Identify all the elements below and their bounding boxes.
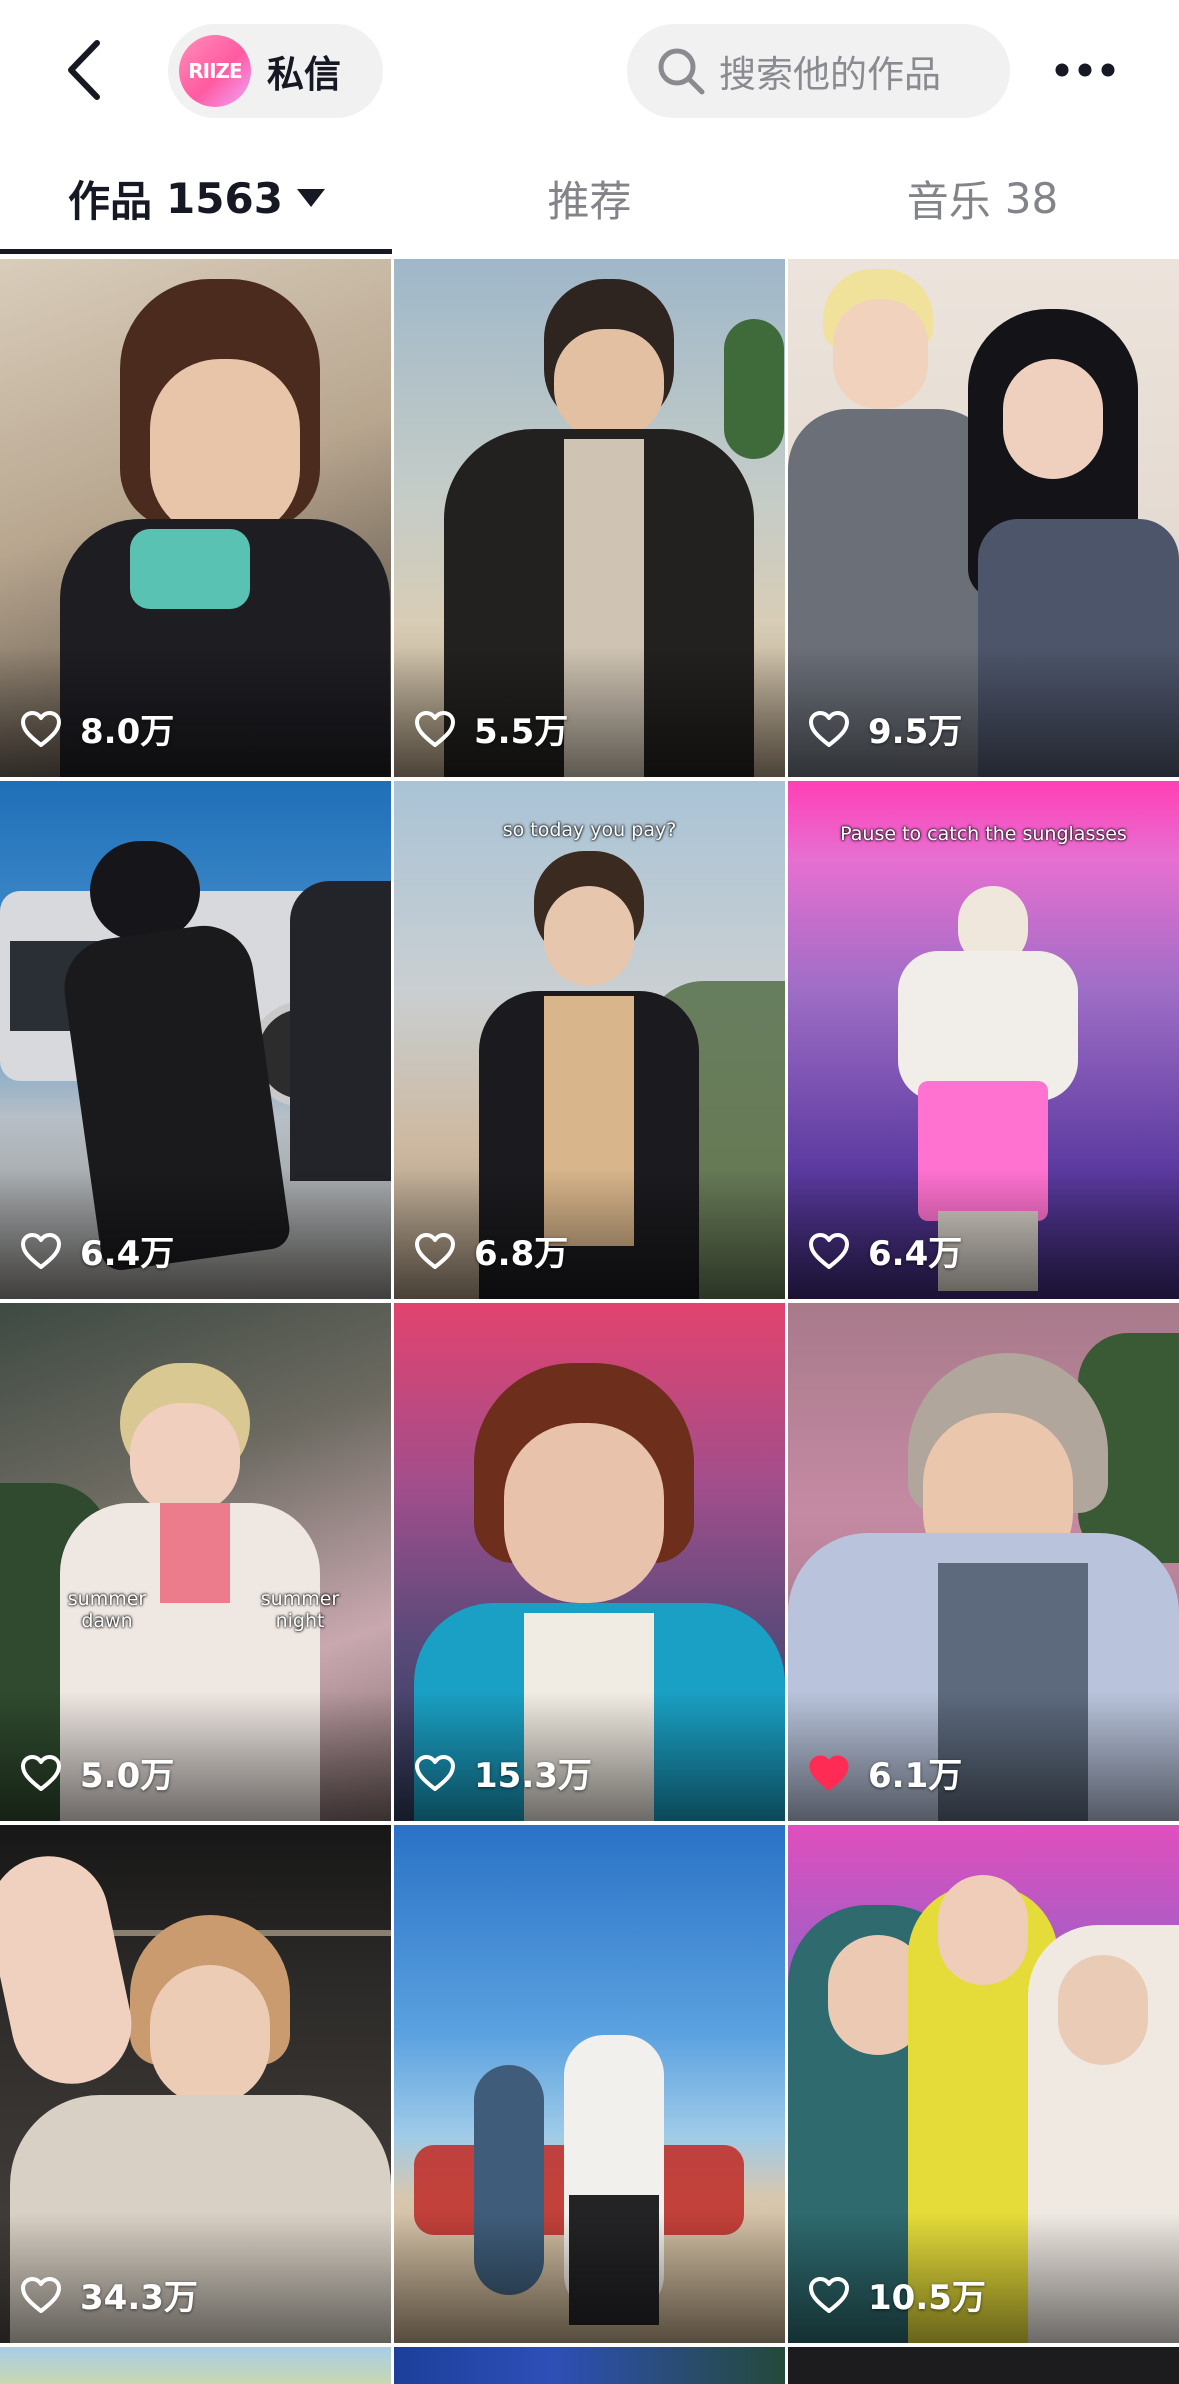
video-thumbnail[interactable]	[0, 2347, 391, 2384]
video-thumbnail[interactable]: 6.1万	[788, 1303, 1179, 1821]
video-caption-overlay: so today you pay?	[502, 819, 677, 841]
heart-icon	[415, 710, 455, 747]
like-counter: 5.0万	[20, 1748, 174, 1797]
direct-message-label: 私信	[267, 53, 341, 96]
search-placeholder: 搜索他的作品	[719, 53, 941, 96]
like-counter: 6.4万	[808, 1226, 962, 1275]
heart-icon	[415, 1232, 455, 1269]
like-count: 10.5万	[868, 2278, 986, 2318]
like-counter: 10.5万	[808, 2270, 986, 2319]
video-thumbnail[interactable]: 9.5万	[788, 259, 1179, 777]
riize-logo: RIIZE	[179, 35, 251, 107]
like-count: 5.5万	[474, 712, 569, 752]
like-counter: 15.3万	[414, 1748, 592, 1797]
like-counter: 34.3万	[20, 2270, 198, 2319]
search-input[interactable]: 搜索他的作品	[627, 24, 1010, 118]
tab-music-label: 音乐	[906, 176, 991, 226]
video-side-caption-right: summer night	[260, 1588, 340, 1632]
like-count: 5.0万	[80, 1756, 175, 1796]
video-thumbnail[interactable]: Pause to catch the sunglasses 6.4万	[788, 781, 1179, 1299]
video-thumbnail[interactable]	[394, 1825, 785, 2343]
like-count: 6.8万	[474, 1234, 569, 1274]
heart-icon	[21, 2276, 61, 2313]
video-thumbnail[interactable]: 5.5万	[394, 259, 785, 777]
tab-recommended-label: 推荐	[547, 176, 632, 226]
profile-tabs: 作品 1563 推荐 音乐 38	[0, 142, 1179, 256]
video-thumbnail[interactable]: 34.3万	[0, 1825, 391, 2343]
heart-icon	[21, 710, 61, 747]
ellipsis-icon	[1055, 63, 1115, 77]
tab-works-label: 作品	[68, 176, 153, 226]
like-count: 6.1万	[868, 1756, 963, 1796]
video-caption-overlay: Pause to catch the sunglasses	[840, 823, 1127, 845]
like-count: 6.4万	[80, 1234, 175, 1274]
like-count: 9.5万	[868, 712, 963, 752]
tab-works[interactable]: 作品 1563	[0, 142, 393, 254]
video-thumbnail[interactable]: 15.3万	[394, 1303, 785, 1821]
video-grid: 8.0万 5.5万 9.5万 6.4万 so today you pay? 6.…	[0, 256, 1179, 2384]
like-count: 34.3万	[80, 2278, 198, 2318]
video-thumbnail[interactable]	[394, 2347, 785, 2384]
like-count: 15.3万	[474, 1756, 592, 1796]
tab-recommended[interactable]: 推荐	[393, 142, 786, 254]
like-counter: 8.0万	[20, 704, 174, 753]
tab-music[interactable]: 音乐 38	[786, 142, 1179, 254]
heart-icon	[21, 1232, 61, 1269]
more-options-button[interactable]	[1050, 40, 1120, 100]
like-counter: 6.1万	[808, 1748, 962, 1797]
like-counter: 6.4万	[20, 1226, 174, 1275]
video-thumbnail[interactable]: 10.5万	[788, 1825, 1179, 2343]
active-tab-indicator	[0, 249, 392, 254]
video-thumbnail[interactable]: summer dawn summer night 5.0万	[0, 1303, 391, 1821]
heart-icon	[809, 1232, 849, 1269]
heart-icon	[415, 1754, 455, 1791]
back-button[interactable]	[48, 30, 118, 110]
heart-icon	[21, 1754, 61, 1791]
direct-message-button[interactable]: RIIZE 私信	[168, 24, 383, 118]
heart-filled-icon	[809, 1755, 849, 1790]
like-count: 8.0万	[80, 712, 175, 752]
tab-works-count: 1563	[166, 173, 283, 223]
search-icon	[653, 43, 709, 99]
chevron-left-icon	[68, 40, 100, 100]
tab-music-count: 38	[1004, 173, 1059, 223]
like-counter: 5.5万	[414, 704, 568, 753]
caret-down-icon[interactable]	[296, 189, 325, 207]
heart-icon	[809, 710, 849, 747]
video-thumbnail[interactable]: 6.4万	[0, 781, 391, 1299]
video-thumbnail[interactable]	[788, 2347, 1179, 2384]
top-bar: RIIZE 私信 搜索他的作品	[0, 0, 1179, 142]
video-side-caption-left: summer dawn	[67, 1588, 147, 1632]
heart-icon	[809, 2276, 849, 2313]
video-thumbnail[interactable]: 8.0万	[0, 259, 391, 777]
like-counter: 9.5万	[808, 704, 962, 753]
like-count: 6.4万	[868, 1234, 963, 1274]
like-counter: 6.8万	[414, 1226, 568, 1275]
video-thumbnail[interactable]: so today you pay? 6.8万	[394, 781, 785, 1299]
